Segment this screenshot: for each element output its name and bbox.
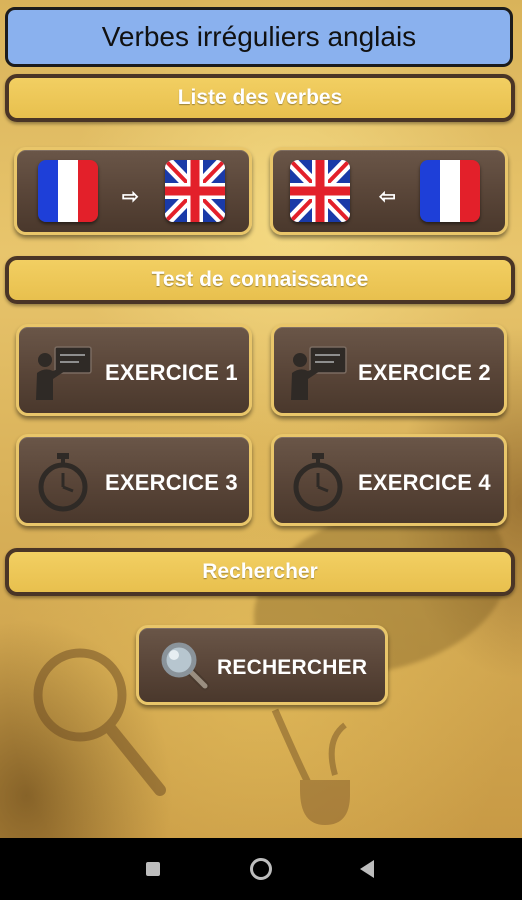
stopwatch-icon [38, 453, 88, 512]
france-flag-icon [420, 160, 480, 222]
app-title-bar: Verbes irréguliers anglais [5, 7, 513, 67]
exercise-2-button[interactable]: EXERCICE 2 [271, 324, 507, 416]
magnifier-icon [161, 642, 210, 691]
uk-flag-icon [165, 160, 225, 222]
section-header-search: Rechercher [5, 548, 515, 596]
system-navigation-bar [0, 838, 522, 900]
arrow-right-icon: ⇨ [122, 186, 139, 208]
section-title-knowledge-test: Test de connaissance [151, 268, 369, 291]
arrow-left-icon: ⇦ [379, 186, 396, 208]
exercise-1-label: EXERCICE 1 [105, 360, 238, 385]
exercise-1-button[interactable]: EXERCICE 1 [16, 324, 252, 416]
section-title-verb-list: Liste des verbes [177, 86, 343, 109]
square-icon[interactable] [146, 862, 160, 876]
stopwatch-icon [293, 453, 343, 512]
exercise-2-label: EXERCICE 2 [358, 360, 491, 385]
teacher-board-icon [291, 346, 347, 400]
verb-list-fr-to-en-button[interactable]: ⇨ [14, 147, 252, 235]
section-header-knowledge-test: Test de connaissance [5, 256, 515, 304]
background-pipe-decoration [271, 708, 350, 825]
section-title-search: Rechercher [202, 560, 318, 583]
app-title: Verbes irréguliers anglais [101, 21, 417, 52]
verb-list-en-to-fr-button[interactable]: ⇦ [270, 147, 508, 235]
circle-icon[interactable] [250, 858, 272, 880]
search-button[interactable]: RECHERCHER [136, 625, 388, 705]
triangle-back-icon[interactable] [358, 859, 376, 879]
teacher-board-icon [36, 346, 92, 400]
exercise-4-button[interactable]: EXERCICE 4 [271, 434, 507, 526]
exercise-3-label: EXERCICE 3 [105, 470, 238, 495]
exercise-3-button[interactable]: EXERCICE 3 [16, 434, 252, 526]
uk-flag-icon [290, 160, 350, 222]
search-button-label: RECHERCHER [217, 656, 368, 679]
app-screen: Verbes irréguliers anglais Liste des ver… [0, 0, 522, 838]
france-flag-icon [38, 160, 98, 222]
exercise-4-label: EXERCICE 4 [358, 470, 491, 495]
section-header-verb-list: Liste des verbes [5, 74, 515, 122]
